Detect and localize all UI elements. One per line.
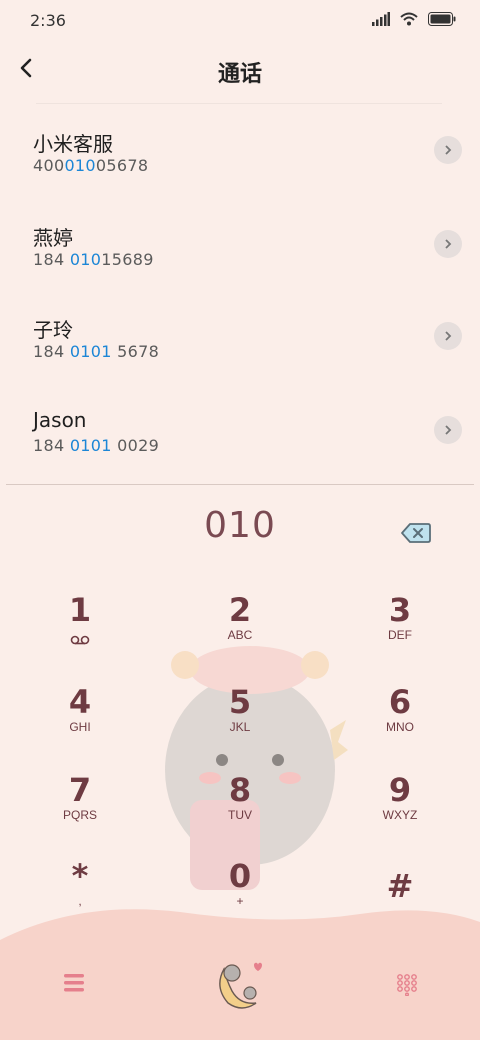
contact-detail-button[interactable]	[434, 136, 462, 164]
contact-name: 燕婷	[33, 226, 73, 250]
chevron-right-icon	[445, 425, 452, 435]
matched-digits: 010	[69, 250, 102, 269]
contact-name: Jason	[33, 408, 87, 432]
menu-icon[interactable]	[62, 972, 86, 994]
contact-detail-button[interactable]	[434, 416, 462, 444]
contact-number: 184 0101 0029	[33, 436, 160, 455]
keypad-icon[interactable]	[396, 974, 418, 996]
contact-row[interactable]: Jason 184 0101 0029	[0, 384, 480, 478]
matched-digits: 0101	[69, 436, 112, 455]
signal-icon	[372, 12, 390, 26]
contact-number: 40001005678	[33, 156, 149, 175]
key-4[interactable]: 4 GHI	[20, 682, 140, 762]
key-1[interactable]: 1	[20, 590, 140, 670]
contact-row[interactable]: 燕婷 184 01015689	[0, 198, 480, 292]
voicemail-icon	[70, 635, 90, 645]
key-3[interactable]: 3 DEF	[340, 590, 460, 670]
contact-number: 184 01015689	[33, 250, 154, 269]
call-mascot-icon[interactable]	[210, 955, 270, 1015]
wifi-icon	[400, 12, 418, 26]
status-time: 2:36	[30, 11, 66, 30]
page-title: 通话	[217, 62, 262, 87]
contact-number: 184 0101 5678	[33, 342, 160, 361]
divider	[6, 484, 474, 485]
key-9[interactable]: 9 WXYZ	[340, 770, 460, 850]
backspace-icon[interactable]	[400, 521, 432, 545]
matched-digits: 010	[64, 156, 96, 175]
header: 通话	[0, 40, 480, 100]
key-8[interactable]: 8 TUV	[180, 770, 300, 850]
contact-detail-button[interactable]	[434, 230, 462, 258]
contact-name: 小米客服	[33, 132, 113, 156]
contact-row[interactable]: 小米客服 40001005678	[0, 104, 480, 198]
key-2[interactable]: 2 ABC	[180, 590, 300, 670]
status-bar: 2:36	[0, 0, 480, 40]
key-5[interactable]: 5 JKL	[180, 682, 300, 762]
matched-digits: 0101	[69, 342, 112, 361]
key-7[interactable]: 7 PQRS	[20, 770, 140, 850]
chevron-right-icon	[445, 239, 452, 249]
contact-row[interactable]: 子玲 184 0101 5678	[0, 290, 480, 384]
contact-name: 子玲	[33, 318, 73, 342]
key-6[interactable]: 6 MNO	[340, 682, 460, 762]
chevron-right-icon	[445, 145, 452, 155]
contact-detail-button[interactable]	[434, 322, 462, 350]
battery-icon	[428, 12, 456, 26]
chevron-right-icon	[445, 331, 452, 341]
